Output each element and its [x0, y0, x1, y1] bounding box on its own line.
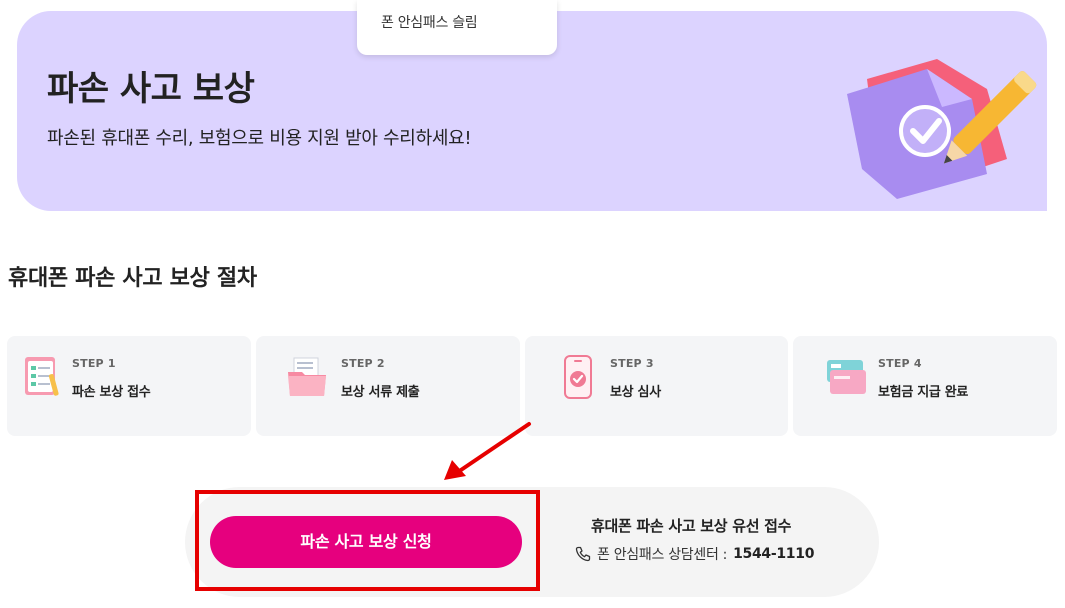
cards-icon [827, 360, 866, 394]
step-number: STEP 4 [878, 357, 922, 370]
step-card: STEP 1 파손 보상 접수 [7, 336, 251, 436]
apply-claim-button[interactable]: 파손 사고 보상 신청 [210, 516, 522, 568]
phone-claim-title: 휴대폰 파손 사고 보상 유선 접수 [591, 517, 792, 535]
phone-check-icon [564, 355, 592, 399]
step-label: 보상 서류 제출 [341, 385, 420, 400]
dropdown-item-slim[interactable]: 폰 안심패스 슬림 [381, 12, 478, 32]
hero-subtitle: 파손된 휴대폰 수리, 보험으로 비용 지원 받아 수리하세요! [47, 128, 472, 149]
folder-documents-icon [288, 357, 326, 396]
step-card: STEP 4 보험금 지급 완료 [793, 336, 1057, 436]
step-label: 보험금 지급 완료 [878, 385, 969, 400]
step-number: STEP 2 [341, 357, 385, 370]
checklist-notepad-icon [25, 357, 59, 396]
hero-title: 파손 사고 보상 [47, 69, 255, 109]
phone-icon [575, 546, 591, 562]
step-card: STEP 3 보상 심사 [525, 336, 788, 436]
phone-center-label: 폰 안심패스 상담센터 : [597, 547, 728, 563]
step-label: 파손 보상 접수 [72, 385, 151, 400]
phone-center-line: 폰 안심패스 상담센터 : 1544-1110 [575, 544, 814, 564]
step-number: STEP 1 [72, 357, 116, 370]
phone-number[interactable]: 1544-1110 [733, 546, 814, 562]
nav-dropdown: 폰 안심패스 슬림 [357, 0, 557, 55]
step-label: 보상 심사 [610, 385, 661, 400]
step-number: STEP 3 [610, 357, 654, 370]
annotation-arrow [444, 422, 531, 480]
document-pencil-icon [847, 59, 1037, 199]
section-title: 휴대폰 파손 사고 보상 절차 [8, 266, 257, 291]
